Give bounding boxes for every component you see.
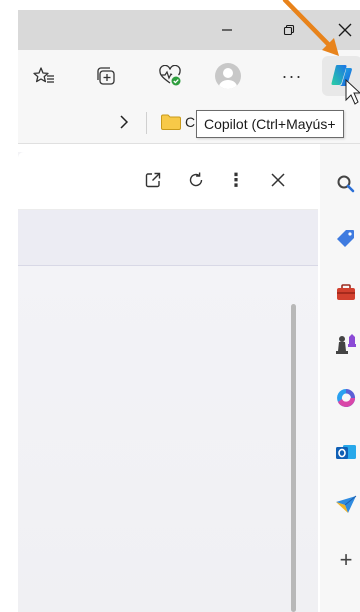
refresh-button[interactable] [184,168,208,192]
pane-scrollbar[interactable] [291,304,296,612]
minimize-icon [222,29,232,31]
copilot-tooltip: Copilot (Ctrl+Mayús+ [196,110,344,138]
minimize-button[interactable] [204,10,250,50]
copilot-pane: ⋮ [18,152,318,612]
close-icon [271,173,285,187]
refresh-icon [189,172,203,187]
browser-essentials-button[interactable] [156,62,184,90]
sidebar-item-shopping[interactable] [332,224,360,252]
sidebar-item-tools[interactable] [332,278,360,306]
profile-avatar-icon [215,63,241,89]
popout-icon [145,172,161,188]
title-bar [18,10,360,50]
sidebar-item-outlook[interactable] [332,438,360,466]
microsoft-365-icon [337,388,356,407]
profile-button[interactable] [214,62,242,90]
browser-toolbar: ··· [18,50,360,102]
copilot-button[interactable] [322,56,360,96]
shopping-tag-icon [337,230,354,247]
pane-content [18,266,318,612]
chevron-right-icon [120,115,129,129]
folder-icon[interactable] [160,113,182,131]
popout-button[interactable] [141,168,165,192]
pane-header: ⋮ [18,152,318,210]
favorites-folder-label[interactable]: C [185,114,195,130]
games-icon [336,334,356,354]
favorites-icon [33,67,54,83]
pane-close-button[interactable] [266,168,290,192]
copilot-icon [331,65,352,86]
collections-icon [97,67,115,85]
drop-send-icon [336,495,357,513]
sidebar-item-search[interactable] [332,170,360,198]
edge-sidebar: + [320,144,360,612]
desktop-edge [0,0,18,612]
close-window-button[interactable] [322,10,360,50]
collections-button[interactable] [92,62,120,90]
outlook-icon [336,445,356,459]
tools-icon [337,284,355,300]
sidebar-add-button[interactable]: + [332,546,360,574]
browser-essentials-icon [159,65,181,86]
screenshot-stage: ··· C Copilot (Ctrl+Mayús+ ⋮ + [0,0,360,612]
close-window-icon [338,23,352,37]
sidebar-item-games[interactable] [332,330,360,358]
pane-more-button[interactable]: ⋮ [224,168,248,192]
search-icon [337,175,355,193]
pane-banner [18,210,318,266]
sidebar-item-drop[interactable] [332,490,360,518]
settings-more-button[interactable]: ··· [278,62,306,90]
sidebar-item-microsoft-365[interactable] [332,384,360,412]
favorites-divider [146,112,147,134]
restore-button[interactable] [266,10,312,50]
restore-icon [283,24,295,36]
favorites-button[interactable] [30,62,58,90]
favorites-overflow-button[interactable] [114,112,134,132]
